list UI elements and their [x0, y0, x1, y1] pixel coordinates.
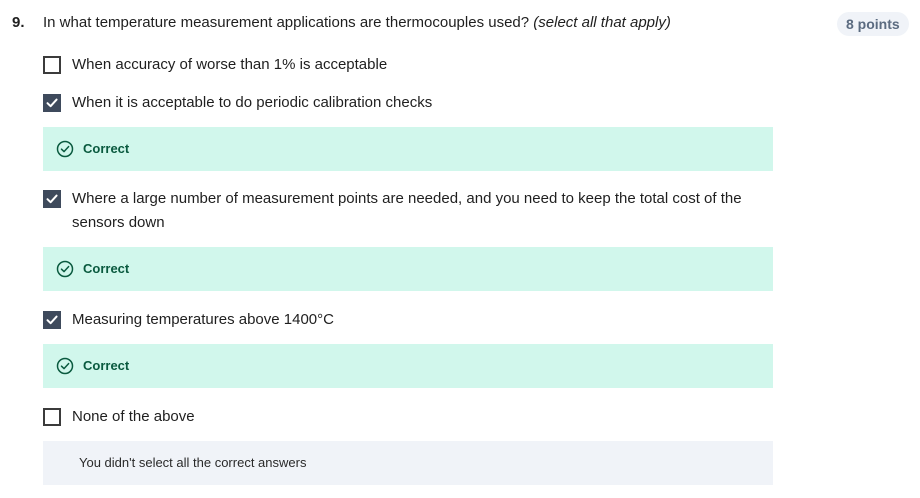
- summary-feedback: You didn't select all the correct answer…: [43, 441, 773, 485]
- checkbox-checked[interactable]: [43, 94, 61, 112]
- feedback-label: Correct: [83, 141, 130, 156]
- check-circle-icon: [56, 140, 74, 158]
- summary-feedback-text: You didn't select all the correct answer…: [79, 455, 307, 470]
- checkmark-icon: [46, 194, 58, 204]
- checkbox-unchecked[interactable]: [43, 408, 61, 426]
- checkbox-checked[interactable]: [43, 190, 61, 208]
- check-circle-icon: [56, 357, 74, 375]
- check-circle-icon: [56, 260, 74, 278]
- answer-option-label: Measuring temperatures above 1400°C: [72, 311, 334, 328]
- question-number: 9.: [12, 14, 25, 31]
- feedback-correct: Correct: [43, 127, 773, 171]
- answer-option-label: When accuracy of worse than 1% is accept…: [72, 56, 388, 73]
- checkbox-checked[interactable]: [43, 311, 61, 329]
- question-text: In what temperature measurement applicat…: [43, 14, 671, 31]
- feedback-label: Correct: [83, 261, 130, 276]
- answer-option-label: None of the above: [72, 408, 195, 425]
- answer-option-label: When it is acceptable to do periodic cal…: [72, 94, 433, 111]
- points-badge: 8 points: [837, 12, 909, 36]
- checkmark-icon: [46, 315, 58, 325]
- checkmark-icon: [46, 98, 58, 108]
- feedback-correct: Correct: [43, 247, 773, 291]
- question-hint: (select all that apply): [533, 14, 671, 31]
- checkbox-unchecked[interactable]: [43, 56, 61, 74]
- feedback-label: Correct: [83, 358, 130, 373]
- feedback-correct: Correct: [43, 344, 773, 388]
- question-prompt: In what temperature measurement applicat…: [43, 14, 530, 31]
- answer-option-label: Where a large number of measurement poin…: [72, 190, 742, 231]
